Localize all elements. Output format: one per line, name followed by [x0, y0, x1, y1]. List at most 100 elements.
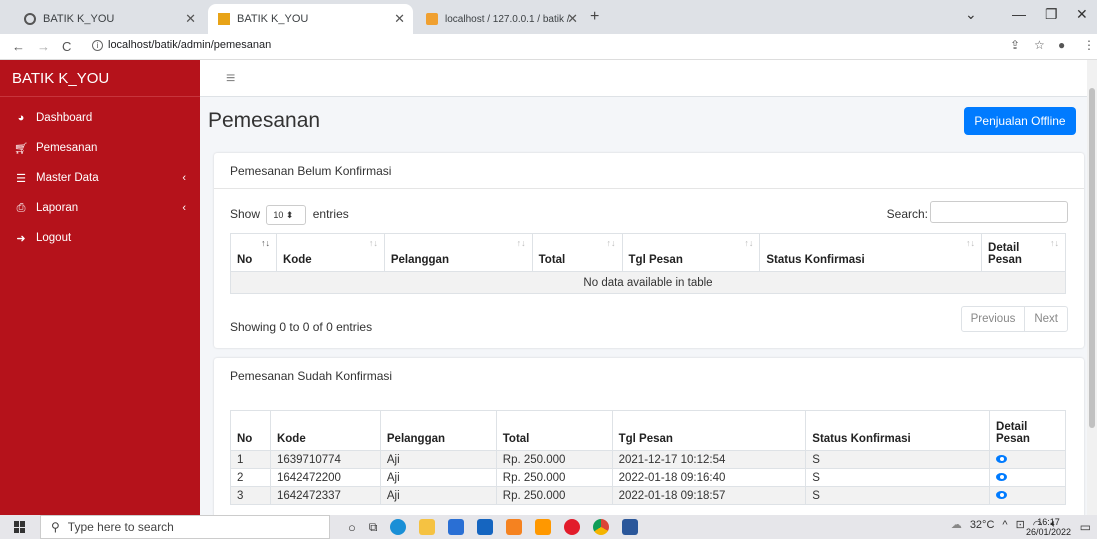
- url-field[interactable]: i localhost/batik/admin/pemesanan: [92, 39, 271, 51]
- hamburger-menu-icon[interactable]: ≡: [226, 70, 235, 88]
- column-header-kode[interactable]: Kode ↑↓: [275, 233, 385, 272]
- entries-select[interactable]: 10 ⬍: [266, 205, 307, 225]
- edge-icon[interactable]: [390, 519, 407, 535]
- bookmark-star-icon[interactable]: ☆: [1034, 38, 1045, 52]
- sidebar-item-pemesanan[interactable]: 🛒︎ Pemesanan: [0, 133, 200, 163]
- sidebar-item-logout[interactable]: ➜ Logout: [0, 223, 200, 253]
- card-header: Pemesanan Belum Konfirmasi: [214, 153, 1084, 189]
- close-window-icon[interactable]: ✕: [1076, 6, 1088, 23]
- next-button[interactable]: Next: [1024, 307, 1067, 331]
- table-row: 1 1639710774 Aji Rp. 250.000 2021-12-17 …: [230, 450, 1066, 469]
- reload-icon[interactable]: C: [62, 39, 71, 54]
- chevron-up-icon[interactable]: ^: [1002, 519, 1007, 531]
- forward-icon[interactable]: →: [37, 39, 50, 54]
- cell-tgl: 2022-01-18 09:18:57: [611, 486, 807, 505]
- cortana-icon[interactable]: ○: [348, 520, 356, 535]
- column-header-status[interactable]: Status Konfirmasi ↑↓: [759, 233, 983, 272]
- search-label: Search:: [886, 207, 928, 221]
- cell-no: 3: [230, 486, 271, 505]
- restore-icon[interactable]: ❐: [1045, 6, 1058, 23]
- close-icon[interactable]: ✕: [394, 11, 405, 27]
- minimize-icon[interactable]: —: [1012, 6, 1026, 22]
- column-header-tgl-pesan[interactable]: Tgl Pesan ↑↓: [621, 233, 761, 272]
- windows-logo-icon: [14, 521, 26, 533]
- cell-pelanggan: Aji: [379, 468, 497, 487]
- taskbar-apps: ○ ⧉: [348, 519, 639, 535]
- browser-tab-1[interactable]: BATIK K_YOU ✕: [14, 4, 204, 34]
- scrollbar-thumb[interactable]: [1089, 88, 1095, 428]
- close-icon[interactable]: ✕: [185, 11, 196, 27]
- column-header-detail[interactable]: Detail Pesan ↑↓: [981, 233, 1066, 272]
- page-scrollbar[interactable]: [1087, 60, 1097, 515]
- back-icon[interactable]: ←: [12, 39, 25, 54]
- eye-icon[interactable]: [996, 454, 1008, 463]
- confirmed-orders-card: Pemesanan Sudah Konfirmasi No Kode Pelan…: [214, 358, 1084, 518]
- sort-icon: ↑↓: [516, 238, 526, 248]
- column-header-total[interactable]: Total ↑↓: [531, 233, 623, 272]
- globe-icon: [24, 13, 36, 25]
- mail-icon[interactable]: [477, 519, 494, 535]
- cell-kode: 1642472200: [269, 468, 381, 487]
- chrome-icon[interactable]: [593, 519, 610, 535]
- empty-table-message: No data available in table: [230, 271, 1066, 294]
- cell-kode: 1642472337: [269, 486, 381, 505]
- taskbar-clock[interactable]: 16:17 26/01/2022: [1026, 517, 1071, 537]
- main-content: ≡ Pemesanan Penjualan Offline Pemesanan …: [200, 60, 1097, 518]
- column-header-detail: Detail Pesan: [989, 410, 1066, 451]
- cart-icon: 🛒︎: [14, 143, 28, 155]
- cell-detail: [989, 468, 1066, 487]
- sidebar-item-laporan[interactable]: ⎙ Laporan ‹: [0, 193, 200, 223]
- browser-tab-3[interactable]: localhost / 127.0.0.1 / batik / ong ✕: [416, 4, 586, 34]
- column-header-no[interactable]: No ↑↓: [230, 233, 277, 272]
- sort-asc-icon: ↑↓: [260, 238, 270, 248]
- cell-total: Rp. 250.000: [495, 450, 613, 469]
- eye-icon[interactable]: [996, 490, 1008, 499]
- info-icon[interactable]: i: [92, 40, 103, 51]
- brand-logo[interactable]: BATIK K_YOU: [0, 60, 200, 97]
- close-icon[interactable]: ✕: [567, 11, 578, 27]
- word-icon[interactable]: [622, 519, 639, 535]
- start-button[interactable]: [0, 515, 40, 539]
- sidebar-item-dashboard[interactable]: ◕ Dashboard: [0, 103, 200, 133]
- print-icon: ⎙: [16, 202, 26, 214]
- eye-icon[interactable]: [996, 472, 1008, 481]
- column-header-tgl-pesan: Tgl Pesan: [611, 410, 807, 451]
- new-tab-icon[interactable]: +: [590, 8, 599, 26]
- phpmyadmin-icon: [426, 13, 438, 25]
- browser-tab-2[interactable]: BATIK K_YOU ✕: [208, 4, 413, 34]
- cell-total: Rp. 250.000: [495, 486, 613, 505]
- profile-icon[interactable]: ●: [1058, 38, 1065, 52]
- date: 26/01/2022: [1025, 527, 1071, 537]
- offline-sales-button[interactable]: Penjualan Offline: [964, 107, 1076, 135]
- menu-kebab-icon[interactable]: ⋮: [1083, 38, 1095, 52]
- task-view-icon[interactable]: ⧉: [369, 520, 378, 535]
- dashboard-icon: ◕: [17, 112, 25, 124]
- time: 16:17: [1037, 517, 1060, 527]
- xampp-icon[interactable]: [506, 519, 523, 535]
- notification-icon[interactable]: ▭: [1080, 520, 1091, 534]
- search-icon: ⚲: [51, 520, 60, 534]
- sort-icon: ↑↓: [966, 238, 976, 248]
- search-input[interactable]: [930, 201, 1068, 223]
- sort-icon: ↑↓: [606, 238, 616, 248]
- tab-title: BATIK K_YOU: [43, 13, 115, 25]
- chevron-down-icon[interactable]: ⌄: [965, 6, 977, 23]
- opera-icon[interactable]: [564, 519, 581, 535]
- sidebar-item-master-data[interactable]: ☰ Master Data ‹: [0, 163, 200, 193]
- column-header-pelanggan[interactable]: Pelanggan ↑↓: [383, 233, 533, 272]
- weather-icon: ☁: [950, 519, 962, 531]
- previous-button[interactable]: Previous: [962, 307, 1025, 331]
- page-title: Pemesanan: [208, 109, 321, 132]
- database-icon: ☰: [16, 173, 26, 185]
- pending-orders-card: Pemesanan Belum Konfirmasi Show 10 ⬍ ent…: [214, 153, 1084, 348]
- share-icon[interactable]: ⇪: [1010, 38, 1020, 52]
- weather-temp[interactable]: 32°C: [970, 519, 995, 531]
- store-icon[interactable]: [448, 519, 465, 535]
- address-bar: ← → C i localhost/batik/admin/pemesanan ⇪…: [0, 34, 1097, 60]
- sidebar-item-label: Master Data: [36, 172, 99, 184]
- sidebar-item-label: Dashboard: [36, 112, 93, 124]
- sublime-icon[interactable]: [535, 519, 552, 535]
- file-explorer-icon[interactable]: [419, 519, 436, 535]
- network-icon[interactable]: ⊡: [1016, 518, 1025, 531]
- taskbar-search-input[interactable]: ⚲ Type here to search: [40, 515, 330, 539]
